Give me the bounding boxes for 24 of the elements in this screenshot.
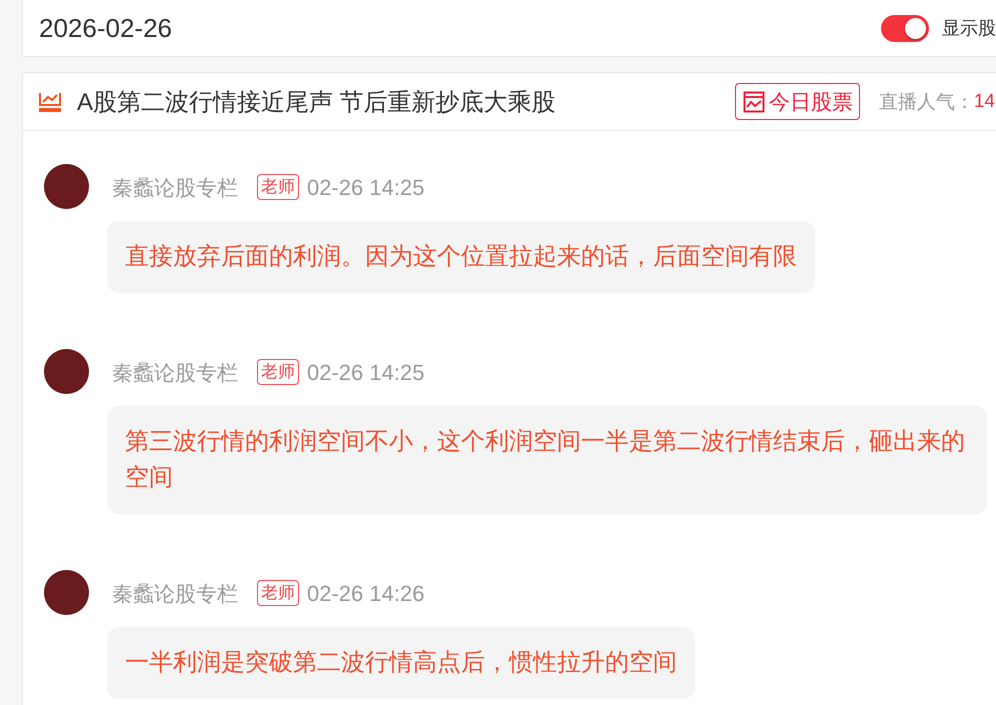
toggle-switch[interactable] xyxy=(881,14,929,42)
message-bubble: 第三波行情的利润空间不小，这个利润空间一半是第二波行情结束后，砸出来的空间 xyxy=(107,406,987,514)
date-text: 2026-02-26 xyxy=(39,12,172,44)
avatar-icon xyxy=(44,349,89,394)
message-time: 02-26 14:25 xyxy=(307,174,424,200)
message-time: 02-26 14:26 xyxy=(307,580,424,606)
toggle-label: 显示股 xyxy=(942,17,996,40)
live-title: A股第二波行情接近尾声 节后重新抄底大乘股 xyxy=(77,88,556,118)
author-name: 秦蠡论股专栏 xyxy=(112,176,238,202)
message-bubble: 直接放弃后面的利润。因为这个位置拉起来的话，后面空间有限 xyxy=(107,221,815,293)
role-badge: 老师 xyxy=(257,580,299,606)
role-badge: 老师 xyxy=(257,174,299,200)
picture-chart-icon xyxy=(742,90,765,112)
today-stocks-button[interactable]: 今日股票 xyxy=(734,83,860,120)
author-name: 秦蠡论股专栏 xyxy=(112,360,238,386)
avatar-icon xyxy=(44,570,89,615)
avatar-icon xyxy=(44,164,89,209)
line-chart-icon xyxy=(38,90,62,112)
role-badge: 老师 xyxy=(257,358,299,384)
popularity-value: 14 xyxy=(974,90,995,112)
message-time: 02-26 14:25 xyxy=(307,360,424,386)
popularity-label: 直播人气： xyxy=(878,90,974,114)
message-bubble: 一半利润是突破第二波行情高点后，惯性拉升的空间 xyxy=(107,627,695,699)
author-name: 秦蠡论股专栏 xyxy=(112,582,238,608)
